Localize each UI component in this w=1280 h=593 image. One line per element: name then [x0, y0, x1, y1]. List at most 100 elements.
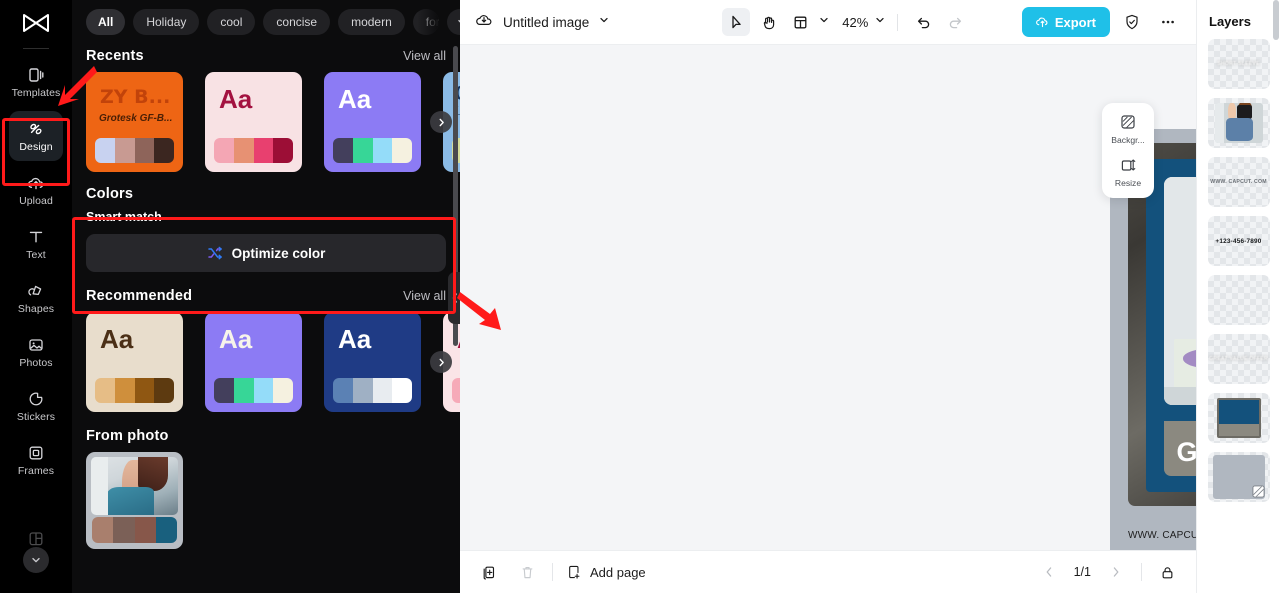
- palette-card-label: Aa: [219, 84, 253, 114]
- layer-item[interactable]: [1207, 393, 1270, 443]
- smart-match-label: Smart match: [86, 210, 162, 224]
- title-dropdown-icon[interactable]: [598, 13, 610, 31]
- sidebar-item-templates[interactable]: Templates: [9, 57, 63, 107]
- from-photo-card[interactable]: [86, 452, 183, 549]
- prev-page-button[interactable]: [1036, 559, 1062, 585]
- sidebar-item-text[interactable]: Text: [9, 219, 63, 269]
- canvas-area[interactable]: Page 1: [460, 45, 1196, 550]
- chevron-down-icon: [32, 557, 40, 563]
- redo-button[interactable]: [941, 8, 969, 36]
- layer-preview-text: +123-456-7890: [1215, 237, 1262, 245]
- text-icon: [26, 227, 46, 247]
- chevron-right-icon: [439, 118, 444, 126]
- colors-header: Colors: [72, 172, 460, 210]
- palette-card[interactable]: Aa: [205, 312, 302, 412]
- duplicate-page-button[interactable]: [476, 559, 502, 585]
- layer-item-background[interactable]: [1207, 452, 1270, 502]
- recents-next-button[interactable]: [430, 111, 452, 133]
- sidebar-item-upload[interactable]: Upload: [9, 165, 63, 215]
- sidebar-more-button[interactable]: [23, 547, 49, 573]
- design-panel: All Holiday cool concise modern formal R…: [72, 0, 460, 593]
- recommended-view-all[interactable]: View all: [403, 289, 446, 303]
- poster-title-text[interactable]: SHORT SLEEVE: [1164, 213, 1196, 239]
- zoom-dropdown-icon[interactable]: [874, 13, 886, 31]
- panel-collapse-handle[interactable]: [448, 272, 460, 324]
- palette-card[interactable]: Aa: [324, 312, 421, 412]
- poster-headline-text[interactable]: GREAT VALUE OFFER: [1177, 439, 1196, 466]
- filter-chip-modern[interactable]: modern: [338, 9, 405, 35]
- layer-item[interactable]: +123-456-7890: [1207, 216, 1270, 266]
- topbar-tools: 42%: [722, 8, 969, 36]
- shield-icon: [1126, 14, 1138, 30]
- palette-card-label: ZY B...: [100, 86, 171, 108]
- hand-tool-button[interactable]: [754, 8, 782, 36]
- sidebar-item-shapes[interactable]: Shapes: [9, 273, 63, 323]
- layer-item[interactable]: SHORT SLEEVE: [1207, 39, 1270, 89]
- capcut-logo-icon[interactable]: [0, 0, 72, 46]
- lock-icon: [1162, 566, 1172, 578]
- document-title[interactable]: Untitled image: [503, 15, 589, 30]
- sidebar-item-photos[interactable]: Photos: [9, 327, 63, 377]
- hand-icon: [763, 16, 774, 29]
- layout-grid-icon: [794, 16, 807, 28]
- recents-cards-strip: ZY B... Grotesk GF-B... Aa Aa: [86, 72, 460, 172]
- filter-expand-button[interactable]: [446, 9, 460, 35]
- palette-card[interactable]: Aa: [205, 72, 302, 172]
- sidebar-item-partial[interactable]: [26, 531, 46, 547]
- photos-icon: [26, 335, 46, 355]
- sidebar-label: Frames: [17, 465, 55, 478]
- shield-button[interactable]: [1118, 8, 1146, 36]
- poster-photo[interactable]: SHORT SLEEVE: [1164, 177, 1196, 405]
- resize-tool-button[interactable]: Resize: [1102, 155, 1154, 188]
- palette-card[interactable]: Aa: [86, 312, 183, 412]
- panel-scroll-area[interactable]: Recents View all ZY B... Grotesk GF-B...…: [72, 42, 460, 593]
- palette-card-label: Aa: [100, 324, 134, 354]
- recents-view-all[interactable]: View all: [403, 49, 446, 63]
- layer-preview-text: GREAT VALUE OFFER: [1209, 356, 1268, 362]
- lock-button[interactable]: [1154, 559, 1180, 585]
- more-options-button[interactable]: [1154, 8, 1182, 36]
- recommended-cards-row: Aa Aa Aa: [72, 312, 460, 412]
- filter-chip-all[interactable]: All: [86, 9, 126, 35]
- templates-icon: [26, 65, 46, 85]
- optimize-color-button[interactable]: Optimize color: [86, 234, 446, 272]
- layer-item[interactable]: [1207, 98, 1270, 148]
- add-page-button[interactable]: Add page: [565, 563, 646, 581]
- filter-chip-holiday[interactable]: Holiday: [133, 9, 200, 35]
- delete-page-button[interactable]: [514, 559, 540, 585]
- filter-chip-formal[interactable]: formal: [412, 9, 439, 35]
- undo-button[interactable]: [909, 8, 937, 36]
- export-button[interactable]: Export: [1021, 7, 1110, 37]
- recommended-next-button[interactable]: [430, 351, 452, 373]
- layout-tool-button[interactable]: [786, 8, 814, 36]
- layers-title: Layers: [1209, 14, 1251, 29]
- layers-scrollbar[interactable]: [1273, 0, 1279, 40]
- palette-card[interactable]: ZY B... Grotesk GF-B...: [86, 72, 183, 172]
- zoom-level-value[interactable]: 42%: [842, 15, 868, 30]
- filter-chip-cool[interactable]: cool: [207, 9, 256, 35]
- sidebar-item-design[interactable]: Design: [9, 111, 63, 161]
- duplicate-page-icon: [483, 566, 494, 580]
- topbar-right: Export: [1021, 7, 1182, 37]
- layout-dropdown-icon[interactable]: [818, 13, 830, 31]
- palette-card[interactable]: Aa: [324, 72, 421, 172]
- layer-item[interactable]: WWW. CAPCUT. COM: [1207, 157, 1270, 207]
- recommended-cards-strip: Aa Aa Aa: [86, 312, 460, 412]
- more-horizontal-icon: [1162, 20, 1174, 24]
- cloud-save-icon[interactable]: [474, 10, 494, 35]
- sidebar-label: Stickers: [16, 411, 56, 424]
- layer-item[interactable]: GREAT VALUE OFFER: [1207, 334, 1270, 384]
- poster-footer-website[interactable]: WWW. CAPCUT. COM: [1128, 530, 1196, 541]
- layer-item[interactable]: [1207, 275, 1270, 325]
- sidebar-item-frames[interactable]: Frames: [9, 435, 63, 485]
- filter-chip-concise[interactable]: concise: [263, 9, 331, 35]
- add-page-label: Add page: [590, 564, 646, 580]
- select-tool-button[interactable]: [722, 8, 751, 36]
- next-page-button[interactable]: [1103, 559, 1129, 585]
- toolbar-divider: [897, 13, 899, 31]
- chevron-left-icon: [452, 293, 457, 303]
- background-tool-button[interactable]: Backgr...: [1102, 112, 1154, 145]
- sidebar-item-stickers[interactable]: Stickers: [9, 381, 63, 431]
- palette-swatches: [95, 378, 174, 403]
- rail-divider: [23, 48, 49, 49]
